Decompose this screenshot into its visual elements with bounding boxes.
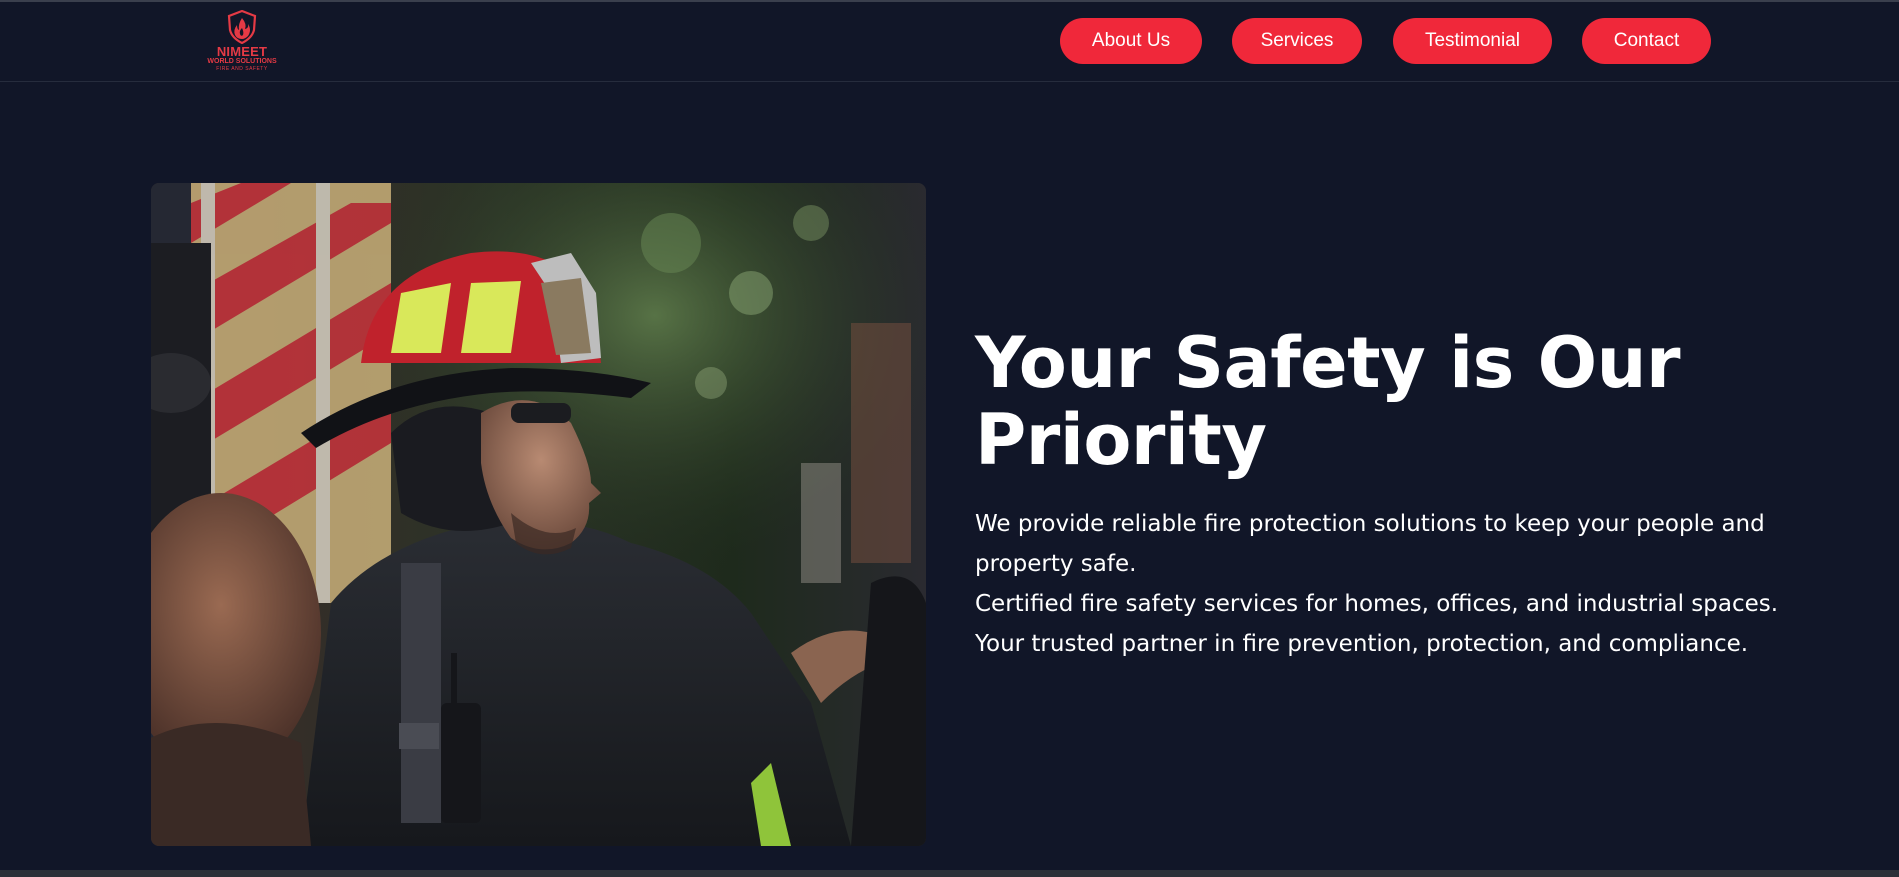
hero-title: Your Safety is Our Priority — [975, 322, 1681, 481]
brand-name: NIMEET — [216, 44, 268, 59]
nav-contact-button[interactable]: Contact — [1582, 18, 1711, 64]
nav-services-button[interactable]: Services — [1232, 18, 1362, 64]
nav-testimonial-button[interactable]: Testimonial — [1393, 18, 1552, 64]
hero-paragraph: Certified fire safety services for homes… — [975, 591, 1779, 617]
hero-paragraph: We provide reliable fire protection solu… — [975, 511, 1765, 577]
brand-subtitle: WORLD SOLUTIONS — [207, 58, 277, 65]
nav-about-us-button[interactable]: About Us — [1060, 18, 1202, 64]
brand-logo[interactable]: NIMEET WORLD SOLUTIONS FIRE AND SAFETY — [206, 10, 278, 80]
site-header: NIMEET WORLD SOLUTIONS FIRE AND SAFETY A… — [0, 2, 1899, 82]
hero-paragraph: Your trusted partner in fire prevention,… — [975, 631, 1749, 657]
brand-tagline: FIRE AND SAFETY — [216, 66, 268, 72]
shield-flame-icon — [227, 10, 257, 44]
hero-description: We provide reliable fire protection solu… — [975, 504, 1805, 664]
hero-firefighter-image — [151, 183, 926, 846]
window-bottom-border — [0, 870, 1899, 877]
